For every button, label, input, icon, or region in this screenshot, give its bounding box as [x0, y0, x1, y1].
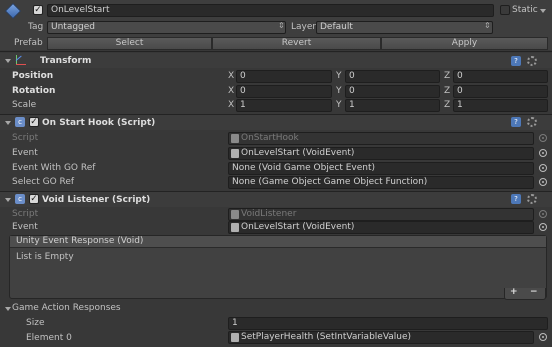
select-go-ref-field[interactable]: None (Game Object Game Object Function) [228, 176, 534, 189]
unity-event-title: Unity Event Response (Void) [16, 236, 144, 246]
void-listener-title: Void Listener (Script) [42, 195, 151, 205]
void-event-label: Event [12, 222, 38, 232]
static-dropdown-icon[interactable] [540, 9, 546, 13]
rotation-label: Rotation [12, 86, 56, 96]
onstart-script-field: OnStartHook [228, 132, 534, 145]
onstart-event-label: Event [12, 148, 38, 158]
tag-dropdown-arrow-icon: ⇕ [278, 21, 285, 30]
settings-gear-icon[interactable] [527, 56, 537, 66]
script-file-icon [231, 210, 239, 219]
element-0-label: Element 0 [26, 333, 72, 343]
scale-x-field[interactable]: 1 [236, 99, 332, 112]
static-label: Static [512, 5, 538, 15]
object-picker-icon[interactable] [539, 178, 547, 186]
help-book-icon[interactable]: ? [511, 56, 521, 66]
object-picker-icon[interactable] [539, 149, 547, 157]
scale-z-label[interactable]: Z [444, 100, 450, 110]
foldout-arrow-icon[interactable] [5, 198, 11, 202]
onstart-event-field[interactable]: OnLevelStart (VoidEvent) [228, 147, 534, 160]
rotation-x-field[interactable]: 0 [236, 85, 332, 98]
rotation-y-label[interactable]: Y [336, 86, 342, 96]
select-go-ref-label: Select GO Ref [12, 177, 75, 187]
scriptable-object-icon [231, 223, 239, 232]
object-picker-icon[interactable] [539, 210, 547, 218]
foldout-arrow-icon[interactable] [5, 121, 11, 125]
prefab-label: Prefab [14, 38, 43, 48]
rotation-y-field[interactable]: 0 [345, 85, 440, 98]
tag-label: Tag [28, 22, 44, 32]
transform-icon [15, 55, 27, 67]
object-picker-icon[interactable] [539, 333, 547, 341]
active-checkbox[interactable]: ✓ [33, 5, 43, 15]
object-picker-icon[interactable] [539, 223, 547, 231]
scriptable-object-icon [231, 149, 239, 158]
position-z-label[interactable]: Z [444, 71, 450, 81]
object-picker-icon[interactable] [539, 134, 547, 142]
onstart-title: On Start Hook (Script) [42, 118, 156, 128]
void-event-field[interactable]: OnLevelStart (VoidEvent) [228, 221, 534, 234]
scale-y-label[interactable]: Y [336, 100, 342, 110]
foldout-arrow-icon[interactable] [5, 59, 11, 63]
position-y-field[interactable]: 0 [345, 70, 440, 83]
remove-listener-button[interactable]: − [530, 287, 538, 297]
layer-dropdown[interactable]: Default [316, 21, 493, 34]
help-book-icon[interactable]: ? [511, 194, 521, 204]
position-x-label[interactable]: X [228, 71, 234, 81]
event-go-ref-label: Event With GO Ref [12, 163, 96, 173]
onstart-script-label: Script [12, 133, 39, 143]
scale-y-field[interactable]: 1 [345, 99, 440, 112]
event-go-ref-field[interactable]: None (Void Game Object Event) [228, 162, 534, 175]
prefab-apply-button[interactable]: Apply [381, 37, 548, 50]
position-z-field[interactable]: 0 [453, 70, 548, 83]
scale-x-label[interactable]: X [228, 100, 234, 110]
scriptable-object-icon [231, 333, 239, 342]
size-field[interactable]: 1 [228, 317, 548, 330]
rotation-z-field[interactable]: 0 [453, 85, 548, 98]
static-checkbox[interactable] [500, 5, 510, 15]
game-action-responses-label[interactable]: Game Action Responses [12, 303, 121, 313]
element-0-field[interactable]: SetPlayerHealth (SetIntVariableValue) [228, 331, 534, 344]
void-listener-enabled-checkbox[interactable]: ✓ [29, 194, 39, 204]
transform-title: Transform [40, 56, 92, 66]
object-picker-icon[interactable] [539, 164, 547, 172]
gameobject-name-field[interactable]: OnLevelStart [47, 4, 494, 17]
position-x-field[interactable]: 0 [236, 70, 332, 83]
scale-label: Scale [12, 100, 37, 110]
settings-gear-icon[interactable] [527, 117, 537, 127]
void-script-field: VoidListener [228, 208, 534, 221]
prefab-select-button[interactable]: Select [47, 37, 212, 50]
script-component-icon: c [15, 117, 25, 127]
rotation-z-label[interactable]: Z [444, 86, 450, 96]
script-component-icon: c [15, 194, 25, 204]
script-file-icon [231, 134, 239, 143]
layer-value: Default [320, 22, 353, 32]
void-script-label: Script [12, 209, 39, 219]
foldout-arrow-icon[interactable] [5, 307, 11, 311]
prefab-revert-button[interactable]: Revert [212, 37, 381, 50]
add-listener-button[interactable]: + [510, 287, 518, 297]
rotation-x-label[interactable]: X [228, 86, 234, 96]
layer-dropdown-arrow-icon: ⇕ [484, 21, 491, 30]
settings-gear-icon[interactable] [527, 194, 537, 204]
position-y-label[interactable]: Y [336, 71, 342, 81]
tag-value: Untagged [51, 22, 96, 32]
separator [0, 51, 552, 52]
scale-z-field[interactable]: 1 [453, 99, 548, 112]
layer-label: Layer [291, 22, 317, 32]
position-label: Position [12, 71, 54, 81]
onstart-enabled-checkbox[interactable]: ✓ [29, 117, 39, 127]
tag-dropdown[interactable]: Untagged [47, 21, 286, 34]
help-book-icon[interactable]: ? [511, 117, 521, 127]
list-empty-text: List is Empty [16, 252, 74, 262]
size-label: Size [26, 318, 45, 328]
